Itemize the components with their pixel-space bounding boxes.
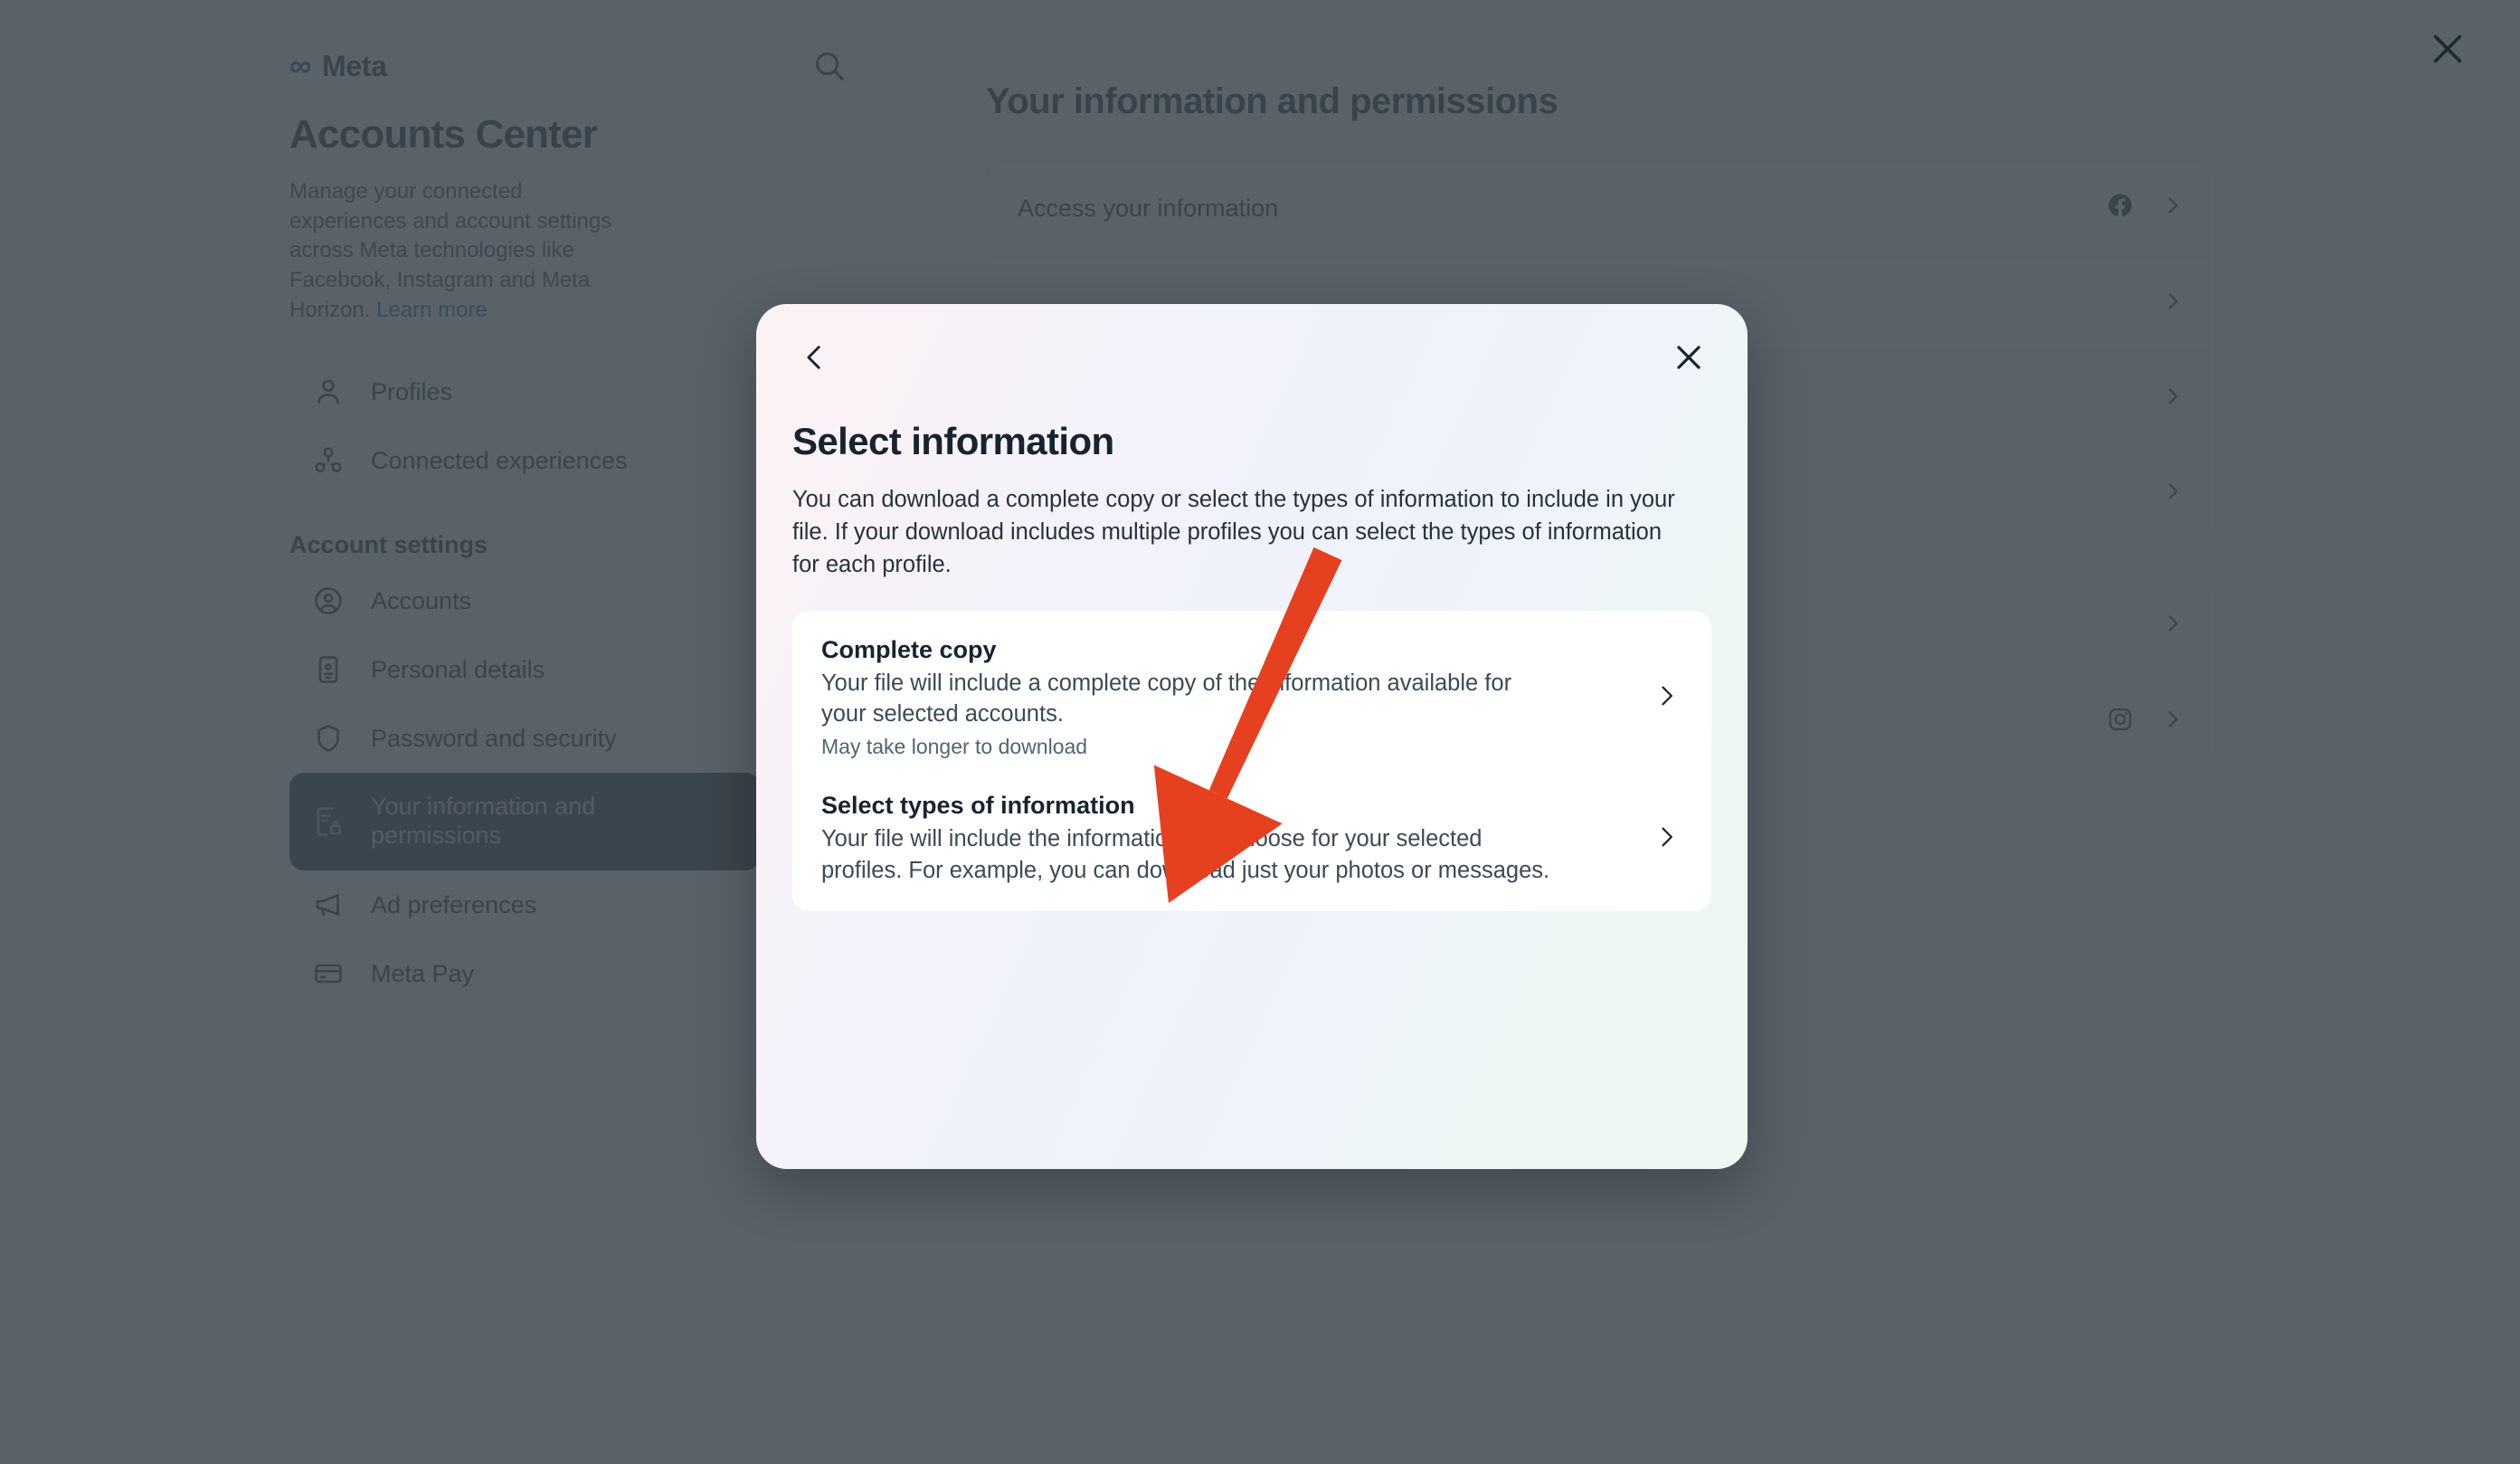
chevron-right-icon bbox=[1653, 683, 1684, 713]
option-text: Complete copy Your file will include a c… bbox=[821, 636, 1554, 760]
option-title: Select types of information bbox=[821, 792, 1554, 820]
option-text: Select types of information Your file wi… bbox=[821, 792, 1554, 886]
dialog-description: You can download a complete copy or sele… bbox=[792, 483, 1688, 582]
option-title: Complete copy bbox=[821, 636, 1554, 664]
option-description: Your file will include a complete copy o… bbox=[821, 668, 1554, 730]
option-description: Your file will include the information y… bbox=[821, 823, 1554, 886]
option-complete-copy[interactable]: Complete copy Your file will include a c… bbox=[792, 611, 1711, 785]
options-list: Complete copy Your file will include a c… bbox=[792, 611, 1711, 912]
chevron-right-icon bbox=[1653, 824, 1684, 854]
dialog-header bbox=[756, 304, 1748, 385]
close-icon[interactable] bbox=[1661, 329, 1717, 385]
select-information-dialog: Select information You can download a co… bbox=[756, 304, 1748, 1169]
chevron-left-icon[interactable] bbox=[787, 329, 843, 385]
dialog-title: Select information bbox=[792, 420, 1748, 463]
option-select-types-of-information[interactable]: Select types of information Your file wi… bbox=[792, 784, 1711, 911]
close-icon[interactable] bbox=[2415, 16, 2480, 81]
option-meta: May take longer to download bbox=[821, 735, 1554, 759]
